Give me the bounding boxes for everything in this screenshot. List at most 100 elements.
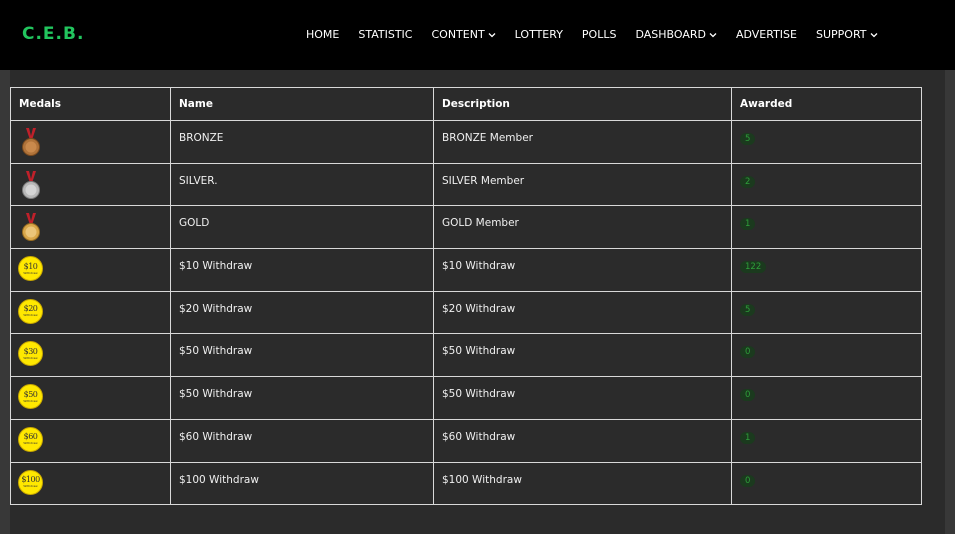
coin-caption: Withdraw: [23, 355, 38, 360]
coin-10-icon: $10 Withdraw: [18, 256, 43, 282]
medals-panel: Medals Name Description Awarded BRONZE B…: [10, 70, 945, 534]
chevron-down-icon: [709, 32, 717, 37]
table-row: $10 Withdraw $10 Withdraw $10 Withdraw 1…: [10, 248, 922, 292]
coin-100-icon: $100 Withdraw: [18, 469, 43, 495]
coin-amount: $20: [23, 304, 38, 314]
awarded-count-badge[interactable]: 2: [740, 175, 756, 188]
nav-dashboard-label: DASHBOARD: [635, 28, 706, 41]
medal-cell: [10, 205, 171, 250]
medal-cell: $100 Withdraw: [10, 461, 171, 506]
awarded-count-badge[interactable]: 1: [740, 218, 756, 231]
medal-cell: [10, 120, 171, 164]
main-nav: HOME STATISTIC CONTENT LOTTERY POLLS DAS…: [306, 28, 878, 41]
medals-table: Medals Name Description Awarded BRONZE B…: [10, 87, 922, 506]
medal-cell: [10, 162, 171, 207]
awarded-cell: 5: [731, 120, 922, 164]
gold-medal-icon: [22, 213, 40, 242]
silver-medal-icon: [22, 170, 40, 199]
medal-name: GOLD: [170, 205, 434, 250]
medal-name: $20 Withdraw: [170, 290, 434, 335]
medal-description: $50 Withdraw: [433, 333, 732, 378]
coin-caption: Withdraw: [23, 484, 38, 488]
nav-home[interactable]: HOME: [306, 28, 339, 41]
coin-60-icon: $60 Withdraw: [18, 426, 43, 452]
nav-support[interactable]: SUPPORT: [816, 28, 878, 41]
coin-caption: Withdraw: [23, 441, 38, 446]
medal-cell: $30 Withdraw: [10, 333, 171, 378]
awarded-cell: 1: [731, 418, 922, 463]
awarded-cell: 0: [731, 461, 922, 506]
coin-caption: Withdraw: [23, 398, 38, 403]
table-row: $30 Withdraw $50 Withdraw $50 Withdraw 0: [10, 333, 922, 378]
coin-amount: $10: [23, 261, 38, 271]
nav-statistic-label: STATISTIC: [358, 28, 413, 41]
medal-cell: $10 Withdraw: [10, 248, 171, 292]
awarded-count-badge[interactable]: 122: [740, 261, 767, 274]
medal-name: $100 Withdraw: [170, 461, 434, 506]
medal-description: BRONZE Member: [433, 120, 732, 164]
awarded-count-badge[interactable]: 0: [740, 474, 756, 487]
header-description: Description: [433, 87, 732, 121]
medal-description: $20 Withdraw: [433, 290, 732, 335]
nav-polls[interactable]: POLLS: [582, 28, 617, 41]
awarded-cell: 1: [731, 205, 922, 250]
awarded-cell: 0: [731, 376, 922, 420]
table-row: $60 Withdraw $60 Withdraw $60 Withdraw 1: [10, 418, 922, 463]
awarded-cell: 0: [731, 333, 922, 378]
awarded-count-badge[interactable]: 5: [740, 303, 756, 316]
bronze-medal-icon: [22, 128, 40, 156]
medal-name: BRONZE: [170, 120, 434, 164]
awarded-cell: 5: [731, 290, 922, 335]
medal-name: $60 Withdraw: [170, 418, 434, 463]
awarded-count-badge[interactable]: 5: [740, 133, 756, 145]
coin-amount: $100: [21, 475, 40, 484]
coin-caption: Withdraw: [23, 313, 38, 318]
header-awarded: Awarded: [731, 87, 922, 121]
medal-description: $50 Withdraw: [433, 376, 732, 420]
nav-statistic[interactable]: STATISTIC: [358, 28, 412, 41]
table-row: BRONZE BRONZE Member 5: [10, 120, 922, 164]
table-row: $20 Withdraw $20 Withdraw $20 Withdraw 5: [10, 290, 922, 335]
nav-polls-label: POLLS: [581, 28, 617, 41]
medal-name: SILVER.: [170, 162, 434, 207]
medal-name: $50 Withdraw: [170, 333, 434, 378]
header-medals: Medals: [10, 87, 171, 121]
awarded-count-badge[interactable]: 0: [740, 389, 756, 402]
nav-dashboard[interactable]: DASHBOARD: [635, 28, 717, 41]
table-row: $100 Withdraw $100 Withdraw $100 Withdra…: [10, 461, 922, 506]
table-row: GOLD GOLD Member 1: [10, 205, 922, 250]
header-name: Name: [170, 87, 434, 121]
medal-cell: $60 Withdraw: [10, 418, 171, 463]
nav-content-label: CONTENT: [431, 28, 485, 41]
chevron-down-icon: [870, 32, 877, 37]
coin-50-icon: $50 Withdraw: [18, 384, 43, 410]
table-header-row: Medals Name Description Awarded: [10, 87, 922, 121]
coin-20-icon: $20 Withdraw: [18, 298, 43, 324]
coin-30-icon: $30 Withdraw: [18, 341, 43, 367]
medal-cell: $20 Withdraw: [10, 290, 171, 335]
medal-description: $100 Withdraw: [433, 461, 732, 506]
chevron-down-icon: [488, 32, 496, 37]
awarded-cell: 2: [731, 162, 922, 207]
awarded-count-badge[interactable]: 1: [740, 431, 756, 444]
awarded-count-badge[interactable]: 0: [740, 346, 756, 359]
table-row: SILVER. SILVER Member 2: [10, 162, 922, 207]
top-navbar: C.E.B. HOME STATISTIC CONTENT LOTTERY PO…: [0, 0, 955, 70]
nav-lottery[interactable]: LOTTERY: [515, 28, 563, 41]
medal-name: $10 Withdraw: [170, 248, 434, 292]
medal-name: $50 Withdraw: [170, 376, 434, 420]
coin-amount: $60: [23, 432, 38, 442]
nav-advertise-label: ADVERTISE: [735, 28, 797, 41]
coin-amount: $50: [23, 389, 38, 399]
medal-description: $10 Withdraw: [433, 248, 732, 292]
site-logo[interactable]: C.E.B.: [22, 24, 84, 44]
medal-cell: $50 Withdraw: [10, 376, 171, 420]
nav-content[interactable]: CONTENT: [431, 28, 496, 41]
coin-amount: $30: [23, 346, 38, 356]
coin-caption: Withdraw: [23, 270, 38, 275]
nav-advertise[interactable]: ADVERTISE: [736, 28, 797, 41]
nav-support-label: SUPPORT: [815, 28, 867, 41]
nav-lottery-label: LOTTERY: [514, 28, 563, 41]
medal-description: SILVER Member: [433, 162, 732, 207]
medal-description: GOLD Member: [433, 205, 732, 250]
